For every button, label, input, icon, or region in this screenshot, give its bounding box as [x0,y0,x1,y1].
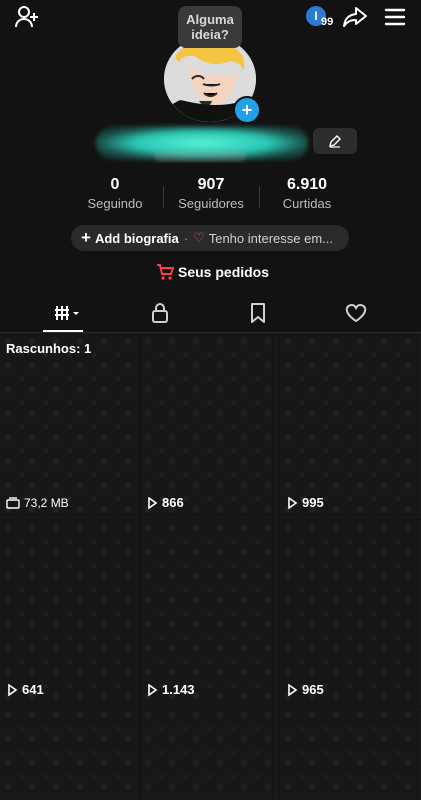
edit-profile-button[interactable] [313,128,357,154]
view-count: 641 [6,682,44,697]
play-icon [148,683,158,696]
view-count: 995 [286,495,324,510]
profile-tabs [0,296,421,333]
notification-count: 99 [321,16,334,28]
video-tile[interactable] [0,707,139,800]
drafts-label: Rascunhos: 1 [6,341,92,356]
view-count-value: 995 [302,495,324,510]
stat-label: Seguidores [178,196,244,211]
view-count-value: 965 [302,682,324,697]
add-bio-link[interactable]: Add biografia [95,231,179,246]
stat-followers[interactable]: 907 Seguidores [166,176,256,211]
avatar-suggestion-bubble: Alguma ideia? [178,6,242,48]
heart-outline-icon [345,303,367,323]
username-blurred [90,112,320,172]
handle-blurred [154,150,246,162]
video-tile[interactable]: 641 [0,520,139,706]
stat-value: 907 [197,176,225,193]
view-count: 1.143 [146,682,195,697]
view-count: 866 [146,495,184,510]
view-count-value: 641 [22,682,44,697]
orders-link[interactable]: Seus pedidos [156,262,269,282]
video-tile[interactable]: 1.143 [140,520,279,706]
draft-size: 73,2 MB [6,496,69,510]
view-count-value: 866 [162,495,184,510]
play-icon [288,683,298,696]
tab-liked[interactable] [326,296,386,330]
profile-page: I 99 Alguma ideia? + 0 Seguindo 907 Segu… [0,0,421,800]
bio-pill[interactable]: + Add biografia · ♡ Tenho interesse em..… [71,225,349,251]
tab-private[interactable] [130,296,190,330]
menu-icon[interactable] [380,4,410,30]
draft-size-value: 73,2 MB [24,496,69,510]
stat-value: 0 [110,176,120,193]
active-tab-underline [43,330,83,332]
draft-tile[interactable]: Rascunhos: 1 73,2 MB [0,333,139,519]
edit-icon [329,135,341,148]
separator: · [183,230,189,246]
cart-icon [157,264,174,280]
share-icon[interactable] [340,4,370,30]
tab-saved[interactable] [228,296,288,330]
stat-divider [259,186,260,208]
view-count-value: 1.143 [162,682,195,697]
add-friend-icon[interactable] [12,4,42,30]
video-tile[interactable]: 965 [280,520,421,706]
stat-following[interactable]: 0 Seguindo [70,176,160,211]
orders-label: Seus pedidos [178,264,270,280]
profile-stats: 0 Seguindo 907 Seguidores 6.910 Curtidas [0,176,421,216]
bookmark-icon [251,303,265,323]
stat-value: 6.910 [286,176,328,193]
storage-icon [6,497,20,509]
play-icon [148,496,158,509]
videos-grid-icon [55,306,79,320]
video-tile[interactable]: 866 [140,333,279,519]
play-icon [8,683,18,696]
heart-icon: ♡ [193,230,205,245]
lock-icon [152,303,168,323]
notification-icon[interactable]: I 99 [304,4,338,32]
video-tile[interactable] [280,707,421,800]
avatar-suggestion-text: Alguma ideia? [186,12,234,42]
interests-link[interactable]: Tenho interesse em... [209,231,333,246]
stat-likes[interactable]: 6.910 Curtidas [262,176,352,211]
add-avatar-button[interactable]: + [233,96,261,124]
stat-divider [163,186,164,208]
plus-icon: + [81,228,91,247]
video-grid: Rascunhos: 1 73,2 MB 866 995 641 1.143 9… [0,333,421,800]
view-count: 965 [286,682,324,697]
tab-videos[interactable] [38,296,98,330]
play-icon [288,496,298,509]
video-tile[interactable]: 995 [280,333,421,519]
stat-label: Seguindo [87,196,143,211]
stat-label: Curtidas [282,196,332,211]
video-tile[interactable] [140,707,279,800]
